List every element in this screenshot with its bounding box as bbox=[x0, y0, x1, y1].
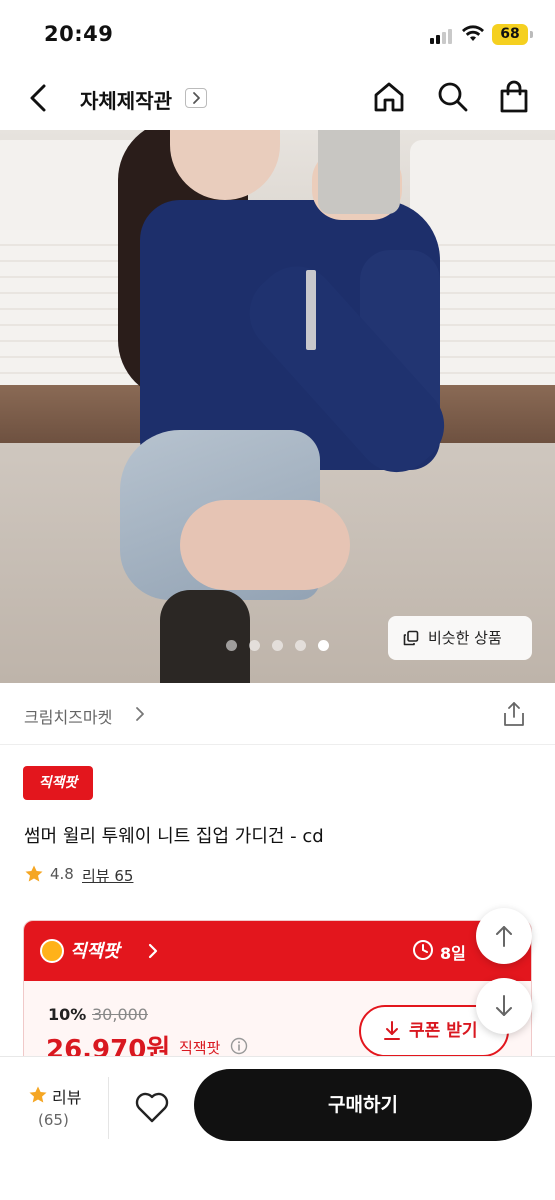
arrow-down-icon bbox=[496, 995, 512, 1016]
product-title: 썸머 윌리 투웨이 니트 집업 가디건 - cd bbox=[24, 826, 324, 847]
battery-indicator: 68 bbox=[492, 24, 528, 45]
chevron-right-icon bbox=[148, 943, 158, 959]
photo-phone bbox=[318, 130, 400, 214]
divider bbox=[108, 1077, 109, 1139]
heart-icon[interactable] bbox=[132, 1087, 172, 1127]
carousel-dot-active[interactable] bbox=[318, 640, 329, 651]
zikjackpot-badge: 직잭팟 bbox=[23, 766, 93, 800]
carousel-dot[interactable] bbox=[295, 640, 306, 651]
status-time: 20:49 bbox=[44, 22, 114, 46]
product-image[interactable]: 비슷한 상품 bbox=[0, 130, 555, 683]
title-chevron-button[interactable] bbox=[185, 88, 207, 108]
promo-header[interactable]: 직잭팟 8일 bbox=[24, 921, 531, 981]
info-icon[interactable] bbox=[230, 1037, 248, 1055]
review-link[interactable]: 리뷰 65 bbox=[82, 865, 133, 886]
similar-products-label: 비슷한 상품 bbox=[428, 629, 502, 647]
star-icon bbox=[25, 865, 43, 882]
bottom-action-bar: 리뷰 (65) 구매하기 bbox=[0, 1056, 555, 1200]
photo-leg bbox=[180, 500, 350, 590]
promo-brand: 직잭팟 bbox=[70, 941, 120, 962]
chevron-right-icon bbox=[193, 92, 200, 104]
rating-value: 4.8 bbox=[50, 865, 74, 883]
copy-icon bbox=[403, 630, 419, 646]
carousel-dot[interactable] bbox=[272, 640, 283, 651]
star-icon bbox=[29, 1086, 47, 1103]
bottom-review-count[interactable]: (65) bbox=[38, 1111, 69, 1129]
download-icon bbox=[384, 1021, 400, 1040]
home-icon[interactable] bbox=[372, 80, 406, 114]
photo-boot bbox=[160, 590, 250, 683]
clock-icon bbox=[413, 940, 433, 960]
promo-time-left: 8일 bbox=[440, 944, 466, 963]
price-brand-label: 직잭팟 bbox=[179, 1039, 221, 1057]
back-arrow-icon[interactable] bbox=[24, 82, 54, 114]
coupon-label: 쿠폰 받기 bbox=[409, 1021, 478, 1041]
bag-icon[interactable] bbox=[497, 80, 531, 114]
battery-tip bbox=[530, 31, 533, 38]
seller-row: 크림치즈마켓 bbox=[0, 683, 555, 745]
coin-icon bbox=[40, 939, 64, 963]
promo-card: 직잭팟 8일 10% 30,000 26,970원 직잭팟 쿠폰 받기 bbox=[23, 920, 532, 1070]
original-price: 30,000 bbox=[92, 1005, 148, 1024]
carousel-dot[interactable] bbox=[249, 640, 260, 651]
top-nav: 자체제작관 bbox=[0, 66, 555, 130]
wifi-icon bbox=[462, 25, 484, 41]
scroll-bottom-button[interactable] bbox=[476, 978, 532, 1034]
discount-rate: 10% bbox=[48, 1005, 87, 1024]
photo-pillow bbox=[410, 140, 555, 240]
status-bar: 20:49 68 bbox=[0, 0, 555, 66]
bottom-review-label[interactable]: 리뷰 bbox=[52, 1084, 81, 1108]
arrow-up-icon bbox=[496, 926, 512, 947]
page-title[interactable]: 자체제작관 bbox=[80, 85, 172, 114]
scroll-top-button[interactable] bbox=[476, 908, 532, 964]
carousel-dot[interactable] bbox=[226, 640, 237, 651]
similar-products-button[interactable]: 비슷한 상품 bbox=[388, 616, 532, 660]
photo-zipper bbox=[306, 270, 316, 350]
chevron-right-icon[interactable] bbox=[133, 705, 147, 723]
seller-name[interactable]: 크림치즈마켓 bbox=[24, 704, 112, 728]
share-icon[interactable] bbox=[502, 701, 526, 727]
search-icon[interactable] bbox=[436, 80, 470, 114]
buy-button[interactable]: 구매하기 bbox=[194, 1069, 532, 1141]
signal-icon bbox=[430, 28, 456, 44]
